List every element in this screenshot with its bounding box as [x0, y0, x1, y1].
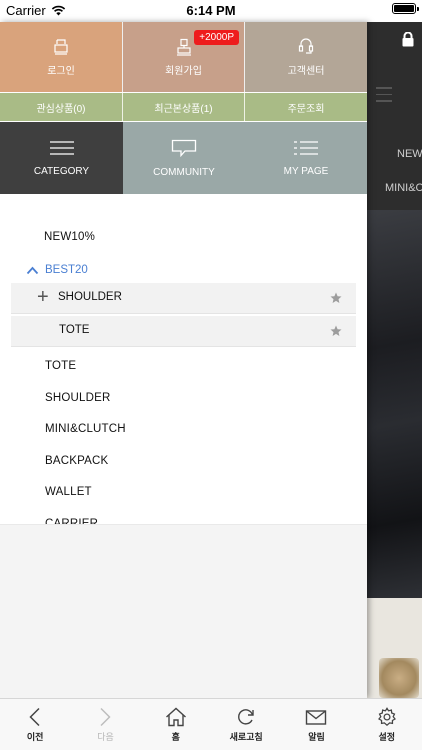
drawer-tabs: CATEGORY COMMUNITY MY PAGE [0, 122, 367, 194]
subcategory-item-shoulder[interactable]: + SHOULDER [11, 283, 356, 314]
back-arrow-icon [29, 707, 40, 727]
battery-fill [394, 5, 414, 12]
star-icon[interactable] [330, 292, 342, 304]
best-label: BEST20 [45, 264, 88, 276]
category-item-best[interactable]: BEST20 [26, 264, 88, 276]
expand-plus-icon[interactable]: + [37, 286, 49, 309]
mail-icon [306, 710, 327, 725]
star-icon[interactable] [330, 325, 342, 337]
category-item-mini-clutch[interactable]: MINI&CLUTCH [45, 423, 126, 435]
home-icon [165, 707, 186, 727]
battery-indicator [392, 3, 419, 14]
background-page: NEW MINI&C [367, 22, 422, 698]
notification-label: 알림 [308, 732, 325, 742]
account-row: 로그인 +2000P 회원가입 고객센터 [0, 22, 367, 92]
side-drawer: 로그인 +2000P 회원가입 고객센터 관심상품(0) 최근본상품(1) 주문… [0, 22, 367, 698]
points-badge: +2000P [194, 30, 239, 45]
background-product-thumbnail[interactable] [379, 658, 419, 698]
notification-button[interactable]: 알림 [281, 699, 351, 750]
login-button[interactable]: 로그인 [0, 22, 123, 92]
background-nav-item[interactable]: MINI&C [385, 182, 422, 194]
status-bar: Carrier 6:14 PM [0, 0, 422, 22]
refresh-icon [238, 709, 254, 725]
login-icon [54, 38, 68, 55]
background-banner-image [367, 210, 422, 598]
forward-label: 다음 [97, 732, 114, 742]
join-member-label: 회원가입 [165, 65, 202, 77]
tab-category[interactable]: CATEGORY [0, 122, 123, 194]
subcategory-label: SHOULDER [58, 291, 122, 303]
forward-button[interactable]: 다음 [70, 699, 140, 750]
refresh-button[interactable]: 새로고침 [211, 699, 281, 750]
tab-category-label: CATEGORY [33, 165, 90, 177]
tab-community-label: COMMUNITY [153, 166, 215, 178]
category-item-tote[interactable]: TOTE [45, 360, 76, 372]
login-label: 로그인 [47, 65, 75, 77]
order-lookup-link[interactable]: 주문조회 [245, 93, 367, 121]
tab-my-page-label: MY PAGE [283, 165, 329, 177]
back-label: 이전 [26, 732, 44, 742]
list-icon [294, 140, 318, 155]
background-nav: NEW MINI&C [367, 122, 422, 210]
join-member-button[interactable]: +2000P 회원가입 [123, 22, 245, 92]
background-menu-icon[interactable] [376, 87, 392, 107]
drawer-empty-area [0, 525, 367, 698]
back-button[interactable]: 이전 [0, 699, 70, 750]
category-item-backpack[interactable]: BACKPACK [45, 455, 108, 467]
category-item-new[interactable]: NEW10% [44, 231, 95, 243]
category-item-shoulder[interactable]: SHOULDER [45, 392, 111, 404]
chevron-up-icon [26, 266, 39, 274]
refresh-label: 새로고침 [229, 732, 263, 742]
background-nav-item[interactable]: NEW [397, 148, 422, 160]
background-header [367, 22, 422, 122]
home-label: 홈 [171, 732, 180, 742]
settings-gear-icon [377, 707, 396, 727]
forward-arrow-icon [100, 707, 112, 727]
quick-links-row: 관심상품(0) 최근본상품(1) 주문조회 [0, 93, 367, 121]
background-product-area [367, 598, 422, 698]
hamburger-icon [49, 140, 74, 155]
lock-icon [402, 32, 414, 47]
tab-community[interactable]: COMMUNITY [123, 122, 245, 194]
bottom-toolbar: 이전 다음 홈 새로고침 알림 설정 [0, 698, 422, 750]
customer-service-icon [298, 37, 314, 54]
speech-bubble-icon [171, 139, 197, 157]
settings-button[interactable]: 설정 [352, 699, 422, 750]
subcategory-item-tote[interactable]: TOTE [11, 316, 356, 347]
settings-label: 설정 [378, 732, 396, 742]
category-item-wallet[interactable]: WALLET [45, 486, 92, 498]
tab-my-page[interactable]: MY PAGE [245, 122, 367, 194]
home-button[interactable]: 홈 [141, 699, 211, 750]
customer-service-label: 고객센터 [287, 65, 325, 77]
status-time: 6:14 PM [186, 3, 236, 18]
wishlist-link[interactable]: 관심상품(0) [0, 93, 123, 121]
customer-service-button[interactable]: 고객센터 [245, 22, 367, 92]
subcategory-label: TOTE [59, 324, 90, 336]
battery-icon [392, 3, 419, 14]
join-member-icon [176, 38, 191, 56]
recently-viewed-link[interactable]: 최근본상품(1) [123, 93, 245, 121]
